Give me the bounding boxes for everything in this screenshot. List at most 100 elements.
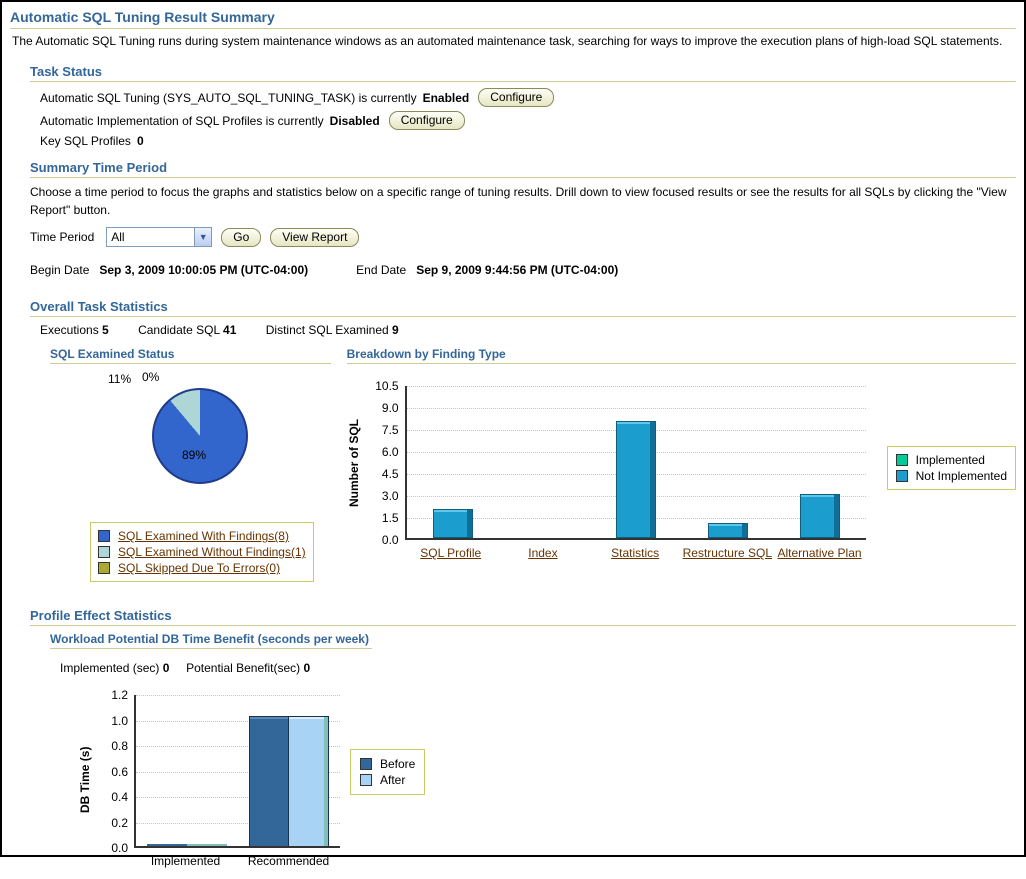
bar-implemented-after (187, 844, 227, 847)
bar-recommended-after (289, 716, 329, 847)
finding-chart-y-axis-label: Number of SQL (346, 419, 361, 508)
legend-item-before: Before (360, 757, 415, 771)
implemented-legend-label: Implemented (915, 453, 985, 468)
bar-statistics (616, 421, 657, 539)
overall-task-statistics-heading: Overall Task Statistics (30, 299, 1016, 318)
category-sql-profile-link[interactable]: SQL Profile (405, 546, 497, 560)
before-swatch-icon (360, 758, 372, 771)
pie-label-skipped: 0% (142, 370, 160, 385)
profile-effect-statistics-section: Profile Effect Statistics Workload Poten… (30, 608, 1016, 879)
sql-examined-pie-chart: 11% 0% 89% (50, 370, 331, 522)
time-period-label: Time Period (30, 230, 95, 245)
category-recommended-label: Recommended (247, 854, 330, 869)
task-status-section: Task Status Automatic SQL Tuning (SYS_AU… (30, 64, 1016, 148)
time-period-selected-value: All (111, 230, 125, 245)
without-findings-swatch-icon (98, 546, 110, 559)
bar-recommended-before (249, 716, 289, 847)
configure-implementation-button[interactable]: Configure (388, 111, 465, 131)
page-title: Automatic SQL Tuning Result Summary (10, 7, 1016, 29)
auto-implementation-status-line: Automatic Implementation of SQL Profiles… (40, 111, 1016, 131)
key-sql-profiles-line: Key SQL Profiles 0 (40, 134, 1016, 148)
y-tick: 7.5 (381, 423, 399, 438)
legend-item-without-findings: SQL Examined Without Findings(1) (98, 545, 306, 559)
y-tick: 9.0 (381, 401, 399, 416)
before-legend-label: Before (380, 757, 416, 772)
candidate-sql-value: 41 (223, 323, 237, 338)
implemented-sec-label: Implemented (sec) (60, 661, 160, 676)
auto-sql-tuning-status-text: Automatic SQL Tuning (SYS_AUTO_SQL_TUNIN… (40, 90, 417, 105)
begin-date-value: Sep 3, 2009 10:00:05 PM (UTC-04:00) (99, 263, 309, 278)
legend-item-implemented: Implemented (895, 453, 1007, 468)
chevron-down-icon[interactable]: ▼ (194, 228, 212, 247)
y-tick: 0.2 (111, 815, 128, 830)
implemented-bar-group (136, 695, 238, 847)
pie-label-without-findings: 11% (108, 372, 132, 387)
benefit-stats-row: Implemented (sec) 0 Potential Benefit(se… (60, 661, 1016, 675)
pie-label-with-findings: 89% (182, 448, 207, 463)
executions-label: Executions (40, 323, 99, 338)
category-index-link[interactable]: Index (497, 546, 589, 560)
auto-implementation-status-value: Disabled (329, 113, 380, 128)
finding-chart-legend: Implemented Not Implemented (886, 446, 1016, 491)
breakdown-heading: Breakdown by Finding Type (346, 347, 1016, 365)
key-sql-profiles-value: 0 (136, 134, 144, 149)
y-tick: 0.0 (381, 533, 399, 548)
with-findings-link[interactable]: SQL Examined With Findings(8) (118, 529, 289, 543)
time-period-select[interactable]: All ▼ (106, 227, 213, 248)
begin-date-label: Begin Date (30, 263, 90, 278)
y-tick: 4.5 (381, 467, 399, 482)
profile-effect-heading: Profile Effect Statistics (30, 608, 1016, 627)
y-tick: 1.0 (111, 713, 128, 728)
distinct-sql-stat: Distinct SQL Examined 9 (266, 323, 399, 337)
finding-chart-plot-area (404, 386, 866, 541)
y-tick: 3.0 (381, 489, 399, 504)
without-findings-link[interactable]: SQL Examined Without Findings(1) (118, 545, 306, 559)
y-tick: 6.0 (381, 445, 399, 460)
y-tick: 0.4 (111, 790, 128, 805)
finding-type-bar-chart: Number of SQL 10.5 9.0 7.5 6.0 4.5 3.0 1… (347, 378, 1016, 570)
summary-time-period-heading: Summary Time Period (30, 160, 1016, 179)
legend-item-after: After (360, 773, 415, 787)
pie-legend: SQL Examined With Findings(8) SQL Examin… (90, 522, 314, 583)
bar-implemented-before (147, 844, 187, 847)
pie-chart (152, 388, 248, 485)
overall-stats-row: Executions 5 Candidate SQL 41 Distinct S… (40, 323, 1016, 337)
task-status-heading: Task Status (30, 64, 1016, 83)
bar-alternative-plan (799, 494, 840, 539)
configure-tuning-button[interactable]: Configure (478, 88, 555, 108)
db-time-y-axis-label: DB Time (s) (78, 746, 92, 814)
go-button[interactable]: Go (221, 227, 262, 247)
implemented-sec-value: 0 (162, 661, 170, 676)
not-implemented-legend-label: Not Implemented (915, 469, 1007, 484)
executions-stat: Executions 5 (40, 323, 112, 337)
legend-item-with-findings: SQL Examined With Findings(8) (98, 529, 306, 543)
sql-examined-status-heading: SQL Examined Status (50, 347, 331, 365)
workload-benefit-heading: Workload Potential DB Time Benefit (seco… (50, 632, 372, 650)
not-implemented-swatch-icon (895, 470, 908, 483)
category-alternative-plan-link[interactable]: Alternative Plan (773, 546, 865, 560)
legend-item-not-implemented: Not Implemented (895, 469, 1007, 484)
category-restructure-sql-link[interactable]: Restructure SQL (681, 546, 773, 560)
skipped-swatch-icon (98, 562, 110, 575)
skipped-errors-link[interactable]: SQL Skipped Due To Errors(0) (118, 561, 280, 575)
summary-time-period-section: Summary Time Period Choose a time period… (30, 160, 1016, 277)
sql-examined-status-panel: SQL Examined Status 11% 0% 89% SQL Exami… (50, 347, 331, 583)
distinct-sql-label: Distinct SQL Examined (265, 323, 389, 338)
potential-benefit-label: Potential Benefit(sec) (186, 661, 301, 676)
potential-benefit-value: 0 (303, 661, 311, 676)
y-tick: 1.5 (381, 511, 399, 526)
y-tick: 0.6 (111, 764, 128, 779)
breakdown-by-finding-type-panel: Breakdown by Finding Type Number of SQL … (346, 347, 1016, 582)
y-tick: 0.8 (111, 739, 128, 754)
executions-value: 5 (102, 323, 109, 338)
view-report-button[interactable]: View Report (270, 227, 360, 247)
y-tick: 10.5 (375, 379, 399, 394)
distinct-sql-value: 9 (392, 323, 399, 338)
category-statistics-link[interactable]: Statistics (589, 546, 681, 560)
end-date-label: End Date (356, 263, 407, 278)
intro-text: The Automatic SQL Tuning runs during sys… (12, 34, 1003, 48)
category-implemented-label: Implemented (150, 854, 221, 869)
y-tick: 0.0 (111, 841, 128, 856)
auto-implementation-status-text: Automatic Implementation of SQL Profiles… (40, 113, 324, 128)
bar-restructure-sql (707, 523, 748, 539)
